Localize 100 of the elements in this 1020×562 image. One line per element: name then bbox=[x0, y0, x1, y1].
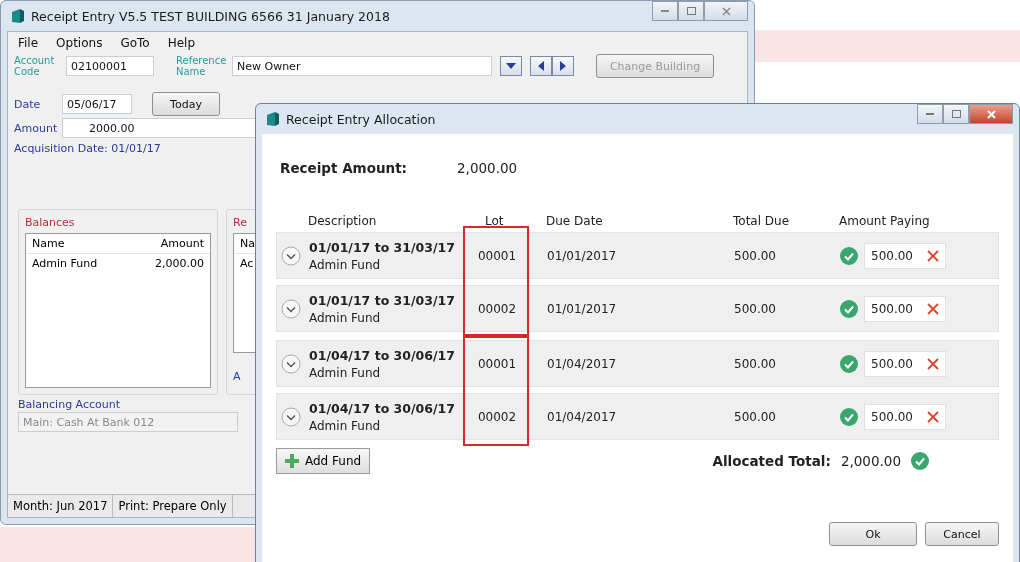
column-header: Name bbox=[32, 237, 65, 250]
amount-paying-field[interactable]: 500.00 bbox=[864, 403, 946, 430]
next-button[interactable] bbox=[552, 56, 574, 76]
group-title: Balances bbox=[25, 216, 75, 229]
status-text: Print: Prepare Only bbox=[113, 495, 233, 517]
check-icon bbox=[840, 407, 858, 426]
total-due-cell-text: 500.00 bbox=[734, 301, 777, 316]
expand-chevron-icon[interactable] bbox=[281, 353, 301, 374]
minimize-button[interactable] bbox=[917, 104, 943, 124]
table-cell: Admin Fund bbox=[32, 257, 98, 270]
group-footer-text: A bbox=[233, 371, 241, 382]
field-label: Account Code bbox=[14, 55, 56, 77]
field-label: Date bbox=[14, 98, 42, 110]
field-label: Reference Name bbox=[176, 55, 224, 77]
clear-x-icon[interactable] bbox=[927, 302, 939, 315]
period-text: 01/04/17 to 30/06/17 bbox=[309, 347, 456, 363]
expand-chevron-icon[interactable] bbox=[281, 245, 301, 266]
receipt-amount-value: 2,000.00 bbox=[457, 160, 518, 176]
fund-name: Admin Fund bbox=[309, 257, 382, 272]
column-header: Description bbox=[308, 214, 378, 228]
maximize-icon bbox=[951, 110, 961, 118]
field-value: 500.00 bbox=[871, 301, 913, 316]
total-due-cell-text: 500.00 bbox=[734, 248, 777, 263]
clear-x-icon[interactable] bbox=[927, 249, 939, 262]
menu-item[interactable]: GoTo bbox=[120, 36, 150, 50]
fund-name: Admin Fund bbox=[309, 310, 382, 325]
minimize-icon bbox=[926, 113, 934, 115]
menu-item[interactable]: File bbox=[18, 36, 39, 50]
clear-x-icon[interactable] bbox=[927, 410, 939, 423]
check-icon bbox=[840, 299, 858, 318]
amount-paying-field[interactable]: 500.00 bbox=[864, 350, 946, 377]
field-value: 500.00 bbox=[871, 248, 913, 263]
period-text: 01/01/17 to 31/03/17 bbox=[309, 292, 456, 308]
group-title: Re bbox=[233, 216, 247, 229]
allocated-total-label: Allocated Total: bbox=[712, 453, 831, 469]
close-icon bbox=[721, 6, 731, 16]
caret-icon bbox=[506, 63, 516, 69]
due-date-cell-text: 01/04/2017 bbox=[546, 356, 618, 371]
period-text: 01/04/17 to 30/06/17 bbox=[309, 400, 456, 416]
column-header: Lot bbox=[484, 214, 505, 228]
total-due-cell-text: 500.00 bbox=[734, 356, 777, 371]
expand-chevron-icon[interactable] bbox=[281, 298, 301, 319]
check-icon bbox=[840, 354, 858, 373]
dialog-button[interactable]: Ok bbox=[829, 522, 917, 546]
column-header: Amount bbox=[160, 237, 204, 250]
account-code-field[interactable]: 02100001 bbox=[66, 56, 154, 76]
minimize-button[interactable] bbox=[652, 1, 678, 21]
lot-cell-text: 00001 bbox=[476, 356, 518, 371]
maximize-button[interactable] bbox=[678, 1, 704, 21]
close-button[interactable] bbox=[969, 104, 1013, 124]
right-arrow-icon bbox=[560, 61, 566, 71]
fund-name: Admin Fund bbox=[309, 418, 382, 433]
table-cell: 2,000.00 bbox=[155, 257, 204, 270]
reference-name-field[interactable]: New Owner bbox=[232, 56, 492, 76]
table-cell: Ac bbox=[240, 257, 254, 270]
app-logo-icon bbox=[266, 111, 280, 127]
due-date-cell-text: 01/01/2017 bbox=[546, 301, 618, 316]
close-button[interactable] bbox=[704, 1, 748, 21]
dropdown-button[interactable] bbox=[500, 56, 522, 76]
due-date-cell-text: 01/01/2017 bbox=[546, 248, 618, 263]
minimize-icon bbox=[661, 10, 669, 12]
field-value: 500.00 bbox=[871, 409, 913, 424]
due-date-cell-text: 01/04/2017 bbox=[546, 409, 618, 424]
amount-paying-field[interactable]: 500.00 bbox=[864, 242, 946, 269]
check-icon bbox=[911, 452, 929, 470]
column-header: Amount Paying bbox=[839, 214, 931, 228]
status-text: Month: Jun 2017 bbox=[8, 495, 114, 517]
field-label: Balancing Account bbox=[18, 399, 121, 410]
clear-x-icon[interactable] bbox=[927, 357, 939, 370]
app-logo-icon bbox=[11, 8, 25, 24]
add-fund-button[interactable]: Add Fund bbox=[276, 448, 371, 474]
fund-name: Admin Fund bbox=[309, 365, 382, 380]
column-header: Due Date bbox=[545, 214, 604, 228]
left-arrow-icon bbox=[538, 61, 544, 71]
previous-button[interactable] bbox=[530, 56, 552, 76]
maximize-icon bbox=[686, 7, 696, 15]
menu-item[interactable]: Help bbox=[167, 36, 196, 50]
plus-icon bbox=[285, 454, 299, 468]
lot-cell-text: 00001 bbox=[476, 248, 518, 263]
expand-chevron-icon[interactable] bbox=[281, 406, 301, 427]
close-icon bbox=[986, 109, 996, 119]
dialog-button[interactable]: Cancel bbox=[925, 522, 999, 546]
acquisition-date: Acquisition Date: 01/01/17 bbox=[13, 141, 162, 157]
total-due-cell-text: 500.00 bbox=[734, 409, 777, 424]
lot-cell-text: 00002 bbox=[476, 301, 518, 316]
period-text: 01/01/17 to 31/03/17 bbox=[309, 239, 456, 255]
menu-item[interactable]: Options bbox=[56, 36, 103, 50]
today-button[interactable]: Today bbox=[152, 92, 220, 116]
receipt-amount-label: Receipt Amount: bbox=[280, 160, 408, 176]
column-header: Total Due bbox=[733, 214, 791, 228]
maximize-button[interactable] bbox=[943, 104, 969, 124]
date-field[interactable]: 05/06/17 bbox=[62, 94, 132, 114]
column-header: Na bbox=[240, 237, 255, 250]
field-value: 500.00 bbox=[871, 356, 913, 371]
lot-cell-text: 00002 bbox=[476, 409, 518, 424]
allocated-total-value: 2,000.00 bbox=[840, 453, 901, 469]
window-title: Receipt Entry V5.5 TEST BUILDING 6566 31 January 2018 bbox=[31, 8, 390, 24]
dialog-title: Receipt Entry Allocation bbox=[286, 111, 436, 127]
check-icon bbox=[840, 246, 858, 265]
amount-paying-field[interactable]: 500.00 bbox=[864, 295, 946, 322]
